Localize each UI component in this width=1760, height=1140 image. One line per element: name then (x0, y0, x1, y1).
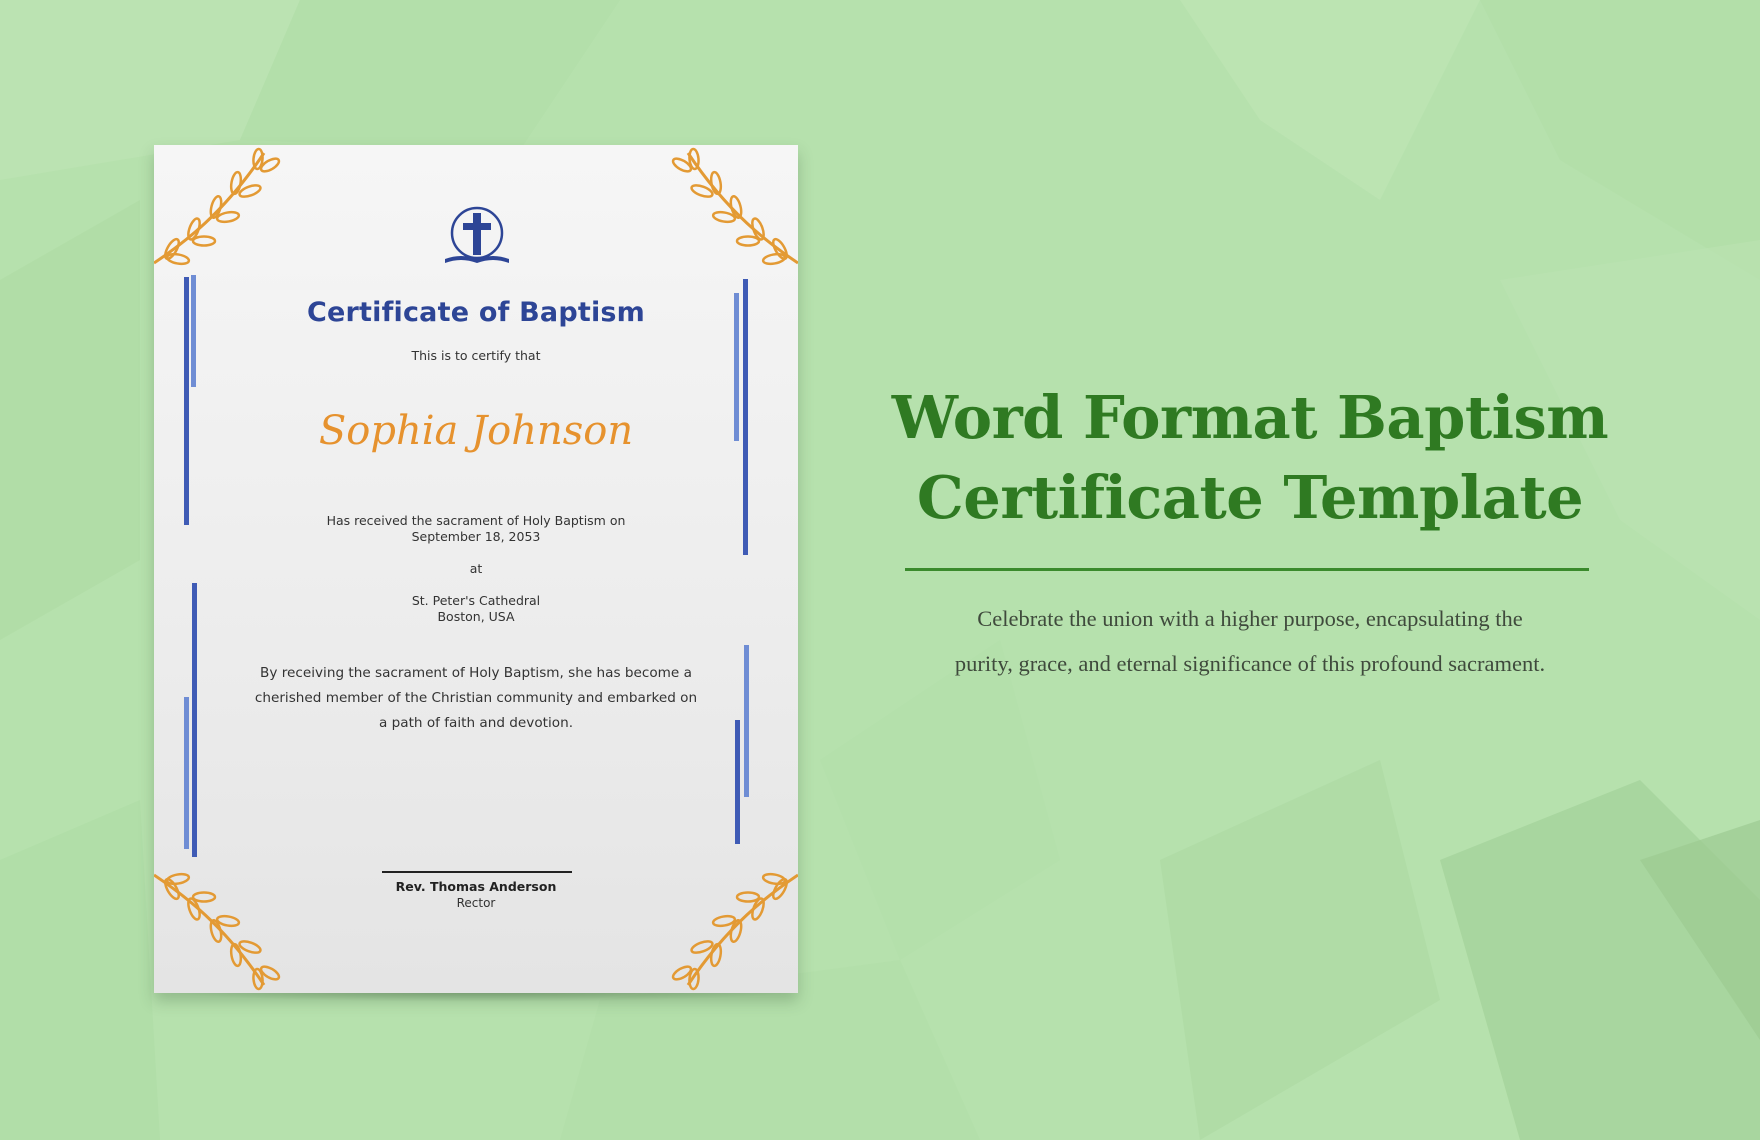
received-line: Has received the sacrament of Holy Bapti… (326, 513, 626, 528)
laurel-top-right (669, 147, 798, 267)
church-location: Boston, USA (437, 609, 515, 624)
promo-tagline: Celebrate the union with a higher purpos… (880, 596, 1620, 686)
certificate-body-text: By receiving the sacrament of Holy Bapti… (254, 665, 698, 731)
headline-line-1: Word Format Baptism (891, 383, 1609, 452)
baptism-date: September 18, 2053 (411, 529, 541, 544)
headline-divider (905, 568, 1589, 571)
laurel-top-left (154, 147, 283, 267)
certificate-sheet: Certificate of Baptism This is to certif… (154, 145, 798, 993)
signatory-name: Rev. Thomas Anderson (395, 879, 557, 894)
at-label: at (469, 561, 483, 576)
tagline-line-2: purity, grace, and eternal significance … (954, 651, 1546, 676)
church-name: St. Peter's Cathedral (411, 593, 541, 608)
signature-line (382, 871, 572, 873)
tagline-line-1: Celebrate the union with a higher purpos… (977, 606, 1523, 631)
certificate-title: Certificate of Baptism (306, 297, 646, 328)
signatory-role: Rector (456, 896, 496, 910)
certificate-intro: This is to certify that (411, 348, 541, 363)
cross-book-icon (445, 206, 509, 263)
recipient-name: Sophia Johnson (318, 408, 634, 454)
headline-line-2: Certificate Template (916, 463, 1584, 532)
promo-headline: Word Format Baptism Certificate Template (880, 378, 1620, 538)
